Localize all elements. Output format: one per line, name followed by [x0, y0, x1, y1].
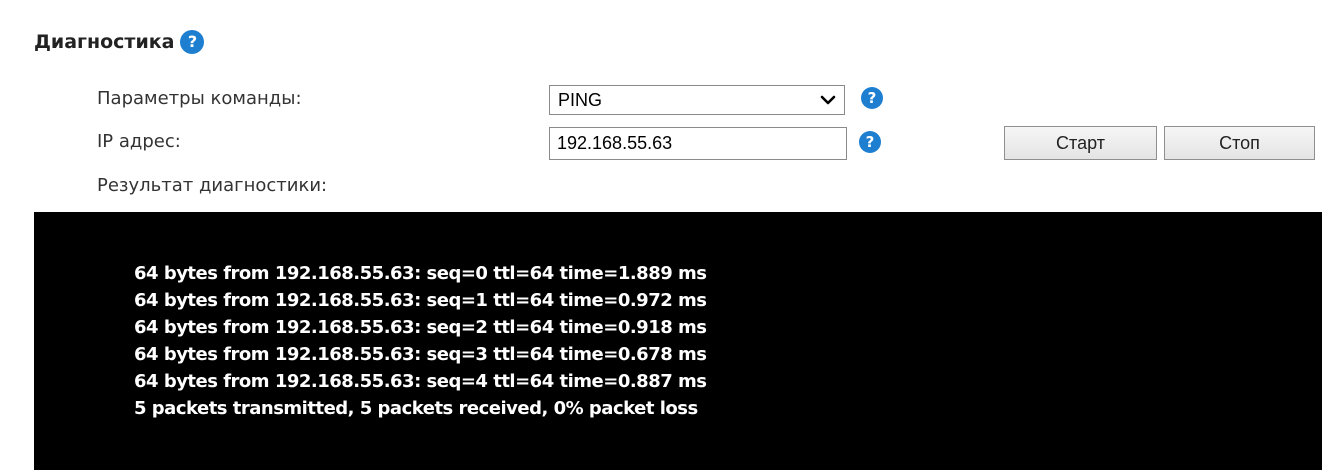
console-summary-line: 5 packets transmitted, 5 packets receive…	[134, 398, 698, 419]
command-select-value: PING	[558, 89, 603, 110]
console-line: 64 bytes from 192.168.55.63: seq=2 ttl=6…	[134, 317, 707, 338]
command-params-label: Параметры команды:	[97, 88, 302, 109]
help-question-icon[interactable]: ?	[180, 30, 205, 54]
diagnostics-output-console: 64 bytes from 192.168.55.63: seq=0 ttl=6…	[34, 212, 1322, 470]
command-help-icon[interactable]: ?	[861, 87, 883, 109]
console-line: 64 bytes from 192.168.55.63: seq=4 ttl=6…	[134, 371, 707, 392]
diagnostics-page: Диагностика ? Параметры команды: PING ? …	[0, 0, 1322, 470]
section-header: Диагностика ?	[34, 24, 205, 60]
console-line: 64 bytes from 192.168.55.63: seq=0 ttl=6…	[134, 263, 707, 284]
diagnostics-result-label: Результат диагностики:	[97, 175, 328, 196]
page-title: Диагностика	[34, 31, 175, 53]
ip-address-value: 192.168.55.63	[557, 133, 673, 153]
console-line: 64 bytes from 192.168.55.63: seq=1 ttl=6…	[134, 290, 707, 311]
stop-button[interactable]: Стоп	[1164, 126, 1315, 160]
command-select[interactable]: PING	[549, 85, 845, 115]
chevron-down-icon	[820, 95, 836, 105]
console-lines: 64 bytes from 192.168.55.63: seq=0 ttl=6…	[134, 260, 707, 422]
console-line: 64 bytes from 192.168.55.63: seq=3 ttl=6…	[134, 344, 707, 365]
ip-address-input[interactable]: 192.168.55.63	[549, 127, 847, 160]
ip-help-icon[interactable]: ?	[859, 131, 881, 153]
ip-address-label: IP адрес:	[97, 131, 181, 152]
start-button[interactable]: Старт	[1004, 126, 1157, 160]
